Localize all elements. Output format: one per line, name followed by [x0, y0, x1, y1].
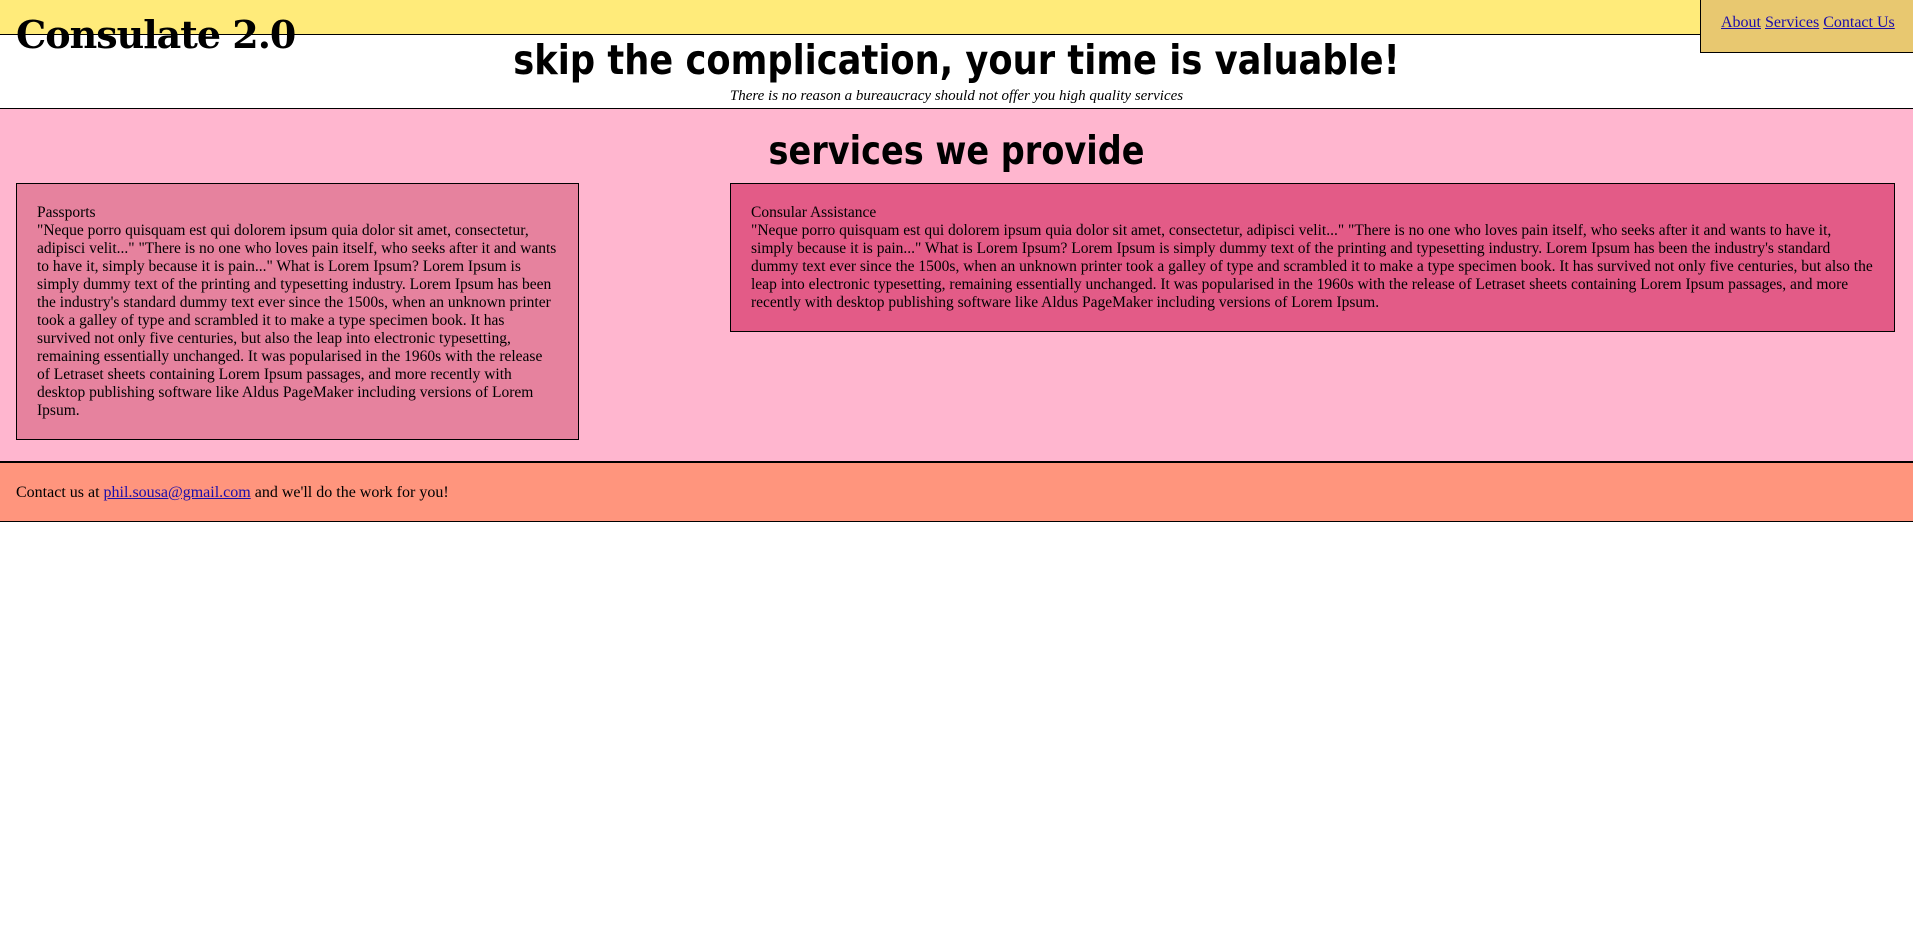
nav-link-contact[interactable]: Contact Us	[1823, 14, 1895, 31]
service-card-title: Passports	[37, 204, 96, 221]
contact-footer: Contact us at phil.sousa@gmail.com and w…	[0, 462, 1913, 522]
hero-title: skip the complication, your time is valu…	[513, 36, 1400, 84]
nav-link-services[interactable]: Services	[1765, 14, 1819, 31]
footer-text-prefix: Contact us at	[16, 484, 100, 501]
nav-link-about[interactable]: About	[1721, 14, 1761, 31]
hero-subtitle: There is no reason a bureaucracy should …	[729, 88, 1184, 104]
service-card-passports: Passports "Neque porro quisquam est qui …	[16, 183, 579, 440]
hero-section: skip the complication, your time is valu…	[0, 35, 1913, 109]
footer-text-suffix: and we'll do the work for you!	[254, 484, 449, 501]
services-section: services we provide Passports "Neque por…	[0, 109, 1913, 462]
footer-email-link[interactable]: phil.sousa@gmail.com	[104, 484, 251, 501]
service-card-body: "Neque porro quisquam est qui dolorem ip…	[37, 222, 557, 419]
service-card-title: Consular Assistance	[751, 204, 877, 221]
service-card-consular-assistance: Consular Assistance "Neque porro quisqua…	[730, 183, 1895, 332]
services-heading: services we provide	[768, 129, 1145, 174]
service-card-body: "Neque porro quisquam est qui dolorem ip…	[751, 222, 1873, 311]
